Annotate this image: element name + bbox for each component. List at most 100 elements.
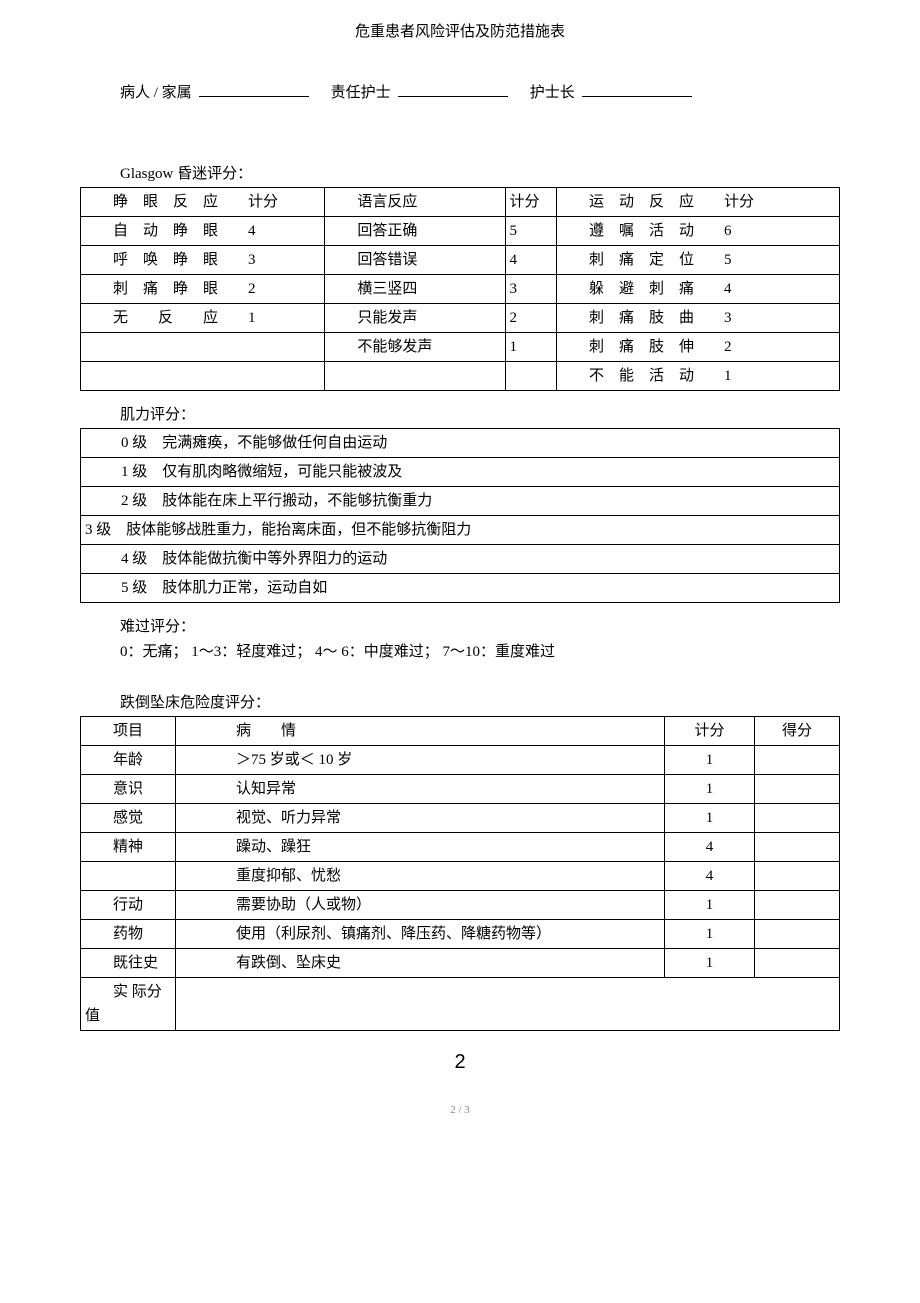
table-row: 既往史 有跌倒、坠床史 1	[81, 949, 840, 978]
glasgow-eye-header: 睁 眼 反 应 计分	[81, 188, 325, 217]
fall-cond-header: 病 情	[176, 717, 665, 746]
fall-score-header: 计分	[665, 717, 755, 746]
table-row: 自 动 睁 眼 4 回答正确 5 遵 嘱 活 动 6	[81, 217, 840, 246]
patient-label: 病人 / 家属	[120, 85, 192, 101]
cell[interactable]	[755, 746, 840, 775]
cell: 1	[665, 746, 755, 775]
cell: 回答错误	[325, 246, 505, 275]
cell: 使用（利尿剂、镇痛剂、降压药、降糖药物等）	[176, 920, 665, 949]
glasgow-title: Glasgow 昏迷评分：	[120, 162, 840, 183]
muscle-table: 0 级 完满瘫痪，不能够做任何自由运动 1 级 仅有肌肉略微缩短，可能只能被波及…	[80, 428, 840, 603]
cell: 4	[505, 246, 556, 275]
table-row: 意识 认知异常 1	[81, 775, 840, 804]
cell: 1	[665, 920, 755, 949]
cell: 认知异常	[176, 775, 665, 804]
nurse-blank[interactable]	[398, 96, 508, 97]
cell: 行动	[81, 891, 176, 920]
fall-got-header: 得分	[755, 717, 840, 746]
cell[interactable]	[755, 804, 840, 833]
cell: 4 级 肢体能做抗衡中等外界阻力的运动	[81, 545, 840, 574]
page-title: 危重患者风险评估及防范措施表	[80, 20, 840, 41]
glasgow-table: 睁 眼 反 应 计分 语言反应 计分 运 动 反 应 计分 自 动 睁 眼 4 …	[80, 187, 840, 391]
table-row: 3 级 肢体能够战胜重力，能抬离床面，但不能够抗衡阻力	[81, 516, 840, 545]
cell: 不 能 活 动 1	[556, 362, 839, 391]
table-row: 重度抑郁、忧愁 4	[81, 862, 840, 891]
cell: 呼 唤 睁 眼 3	[81, 246, 325, 275]
cell: 感觉	[81, 804, 176, 833]
cell: 1	[505, 333, 556, 362]
signature-line: 病人 / 家属 责任护士 护士长	[120, 81, 840, 102]
cell	[505, 362, 556, 391]
cell	[81, 862, 176, 891]
patient-blank[interactable]	[199, 96, 309, 97]
fall-total-value[interactable]	[176, 978, 840, 1031]
pain-title: 难过评分：	[120, 615, 840, 636]
table-row: 年龄 ＞75 岁或＜ 10 岁 1	[81, 746, 840, 775]
cell: 横三竖四	[325, 275, 505, 304]
cell: 回答正确	[325, 217, 505, 246]
nurse-label: 责任护士	[331, 85, 391, 101]
cell: 1	[665, 891, 755, 920]
fall-item-header: 项目	[81, 717, 176, 746]
page-number: 2	[80, 1051, 840, 1074]
cell: 3	[505, 275, 556, 304]
table-row: 不 能 活 动 1	[81, 362, 840, 391]
cell[interactable]	[755, 949, 840, 978]
table-row: 睁 眼 反 应 计分 语言反应 计分 运 动 反 应 计分	[81, 188, 840, 217]
table-row: 无 反 应 1 只能发声 2 刺 痛 肢 曲 3	[81, 304, 840, 333]
cell: 5 级 肢体肌力正常，运动自如	[81, 574, 840, 603]
table-row: 实 际分值	[81, 978, 840, 1031]
cell: 有跌倒、坠床史	[176, 949, 665, 978]
cell	[81, 333, 325, 362]
cell[interactable]	[755, 833, 840, 862]
cell: 视觉、听力异常	[176, 804, 665, 833]
cell	[81, 362, 325, 391]
cell: 年龄	[81, 746, 176, 775]
cell: 自 动 睁 眼 4	[81, 217, 325, 246]
table-row: 4 级 肢体能做抗衡中等外界阻力的运动	[81, 545, 840, 574]
cell: 刺 痛 睁 眼 2	[81, 275, 325, 304]
headnurse-blank[interactable]	[582, 96, 692, 97]
table-row: 5 级 肢体肌力正常，运动自如	[81, 574, 840, 603]
glasgow-verbal-header: 语言反应	[325, 188, 505, 217]
headnurse-label: 护士长	[530, 85, 575, 101]
cell: 刺 痛 肢 曲 3	[556, 304, 839, 333]
cell: 精神	[81, 833, 176, 862]
table-row: 1 级 仅有肌肉略微缩短，可能只能被波及	[81, 458, 840, 487]
cell: 躲 避 刺 痛 4	[556, 275, 839, 304]
cell: 5	[505, 217, 556, 246]
cell: 意识	[81, 775, 176, 804]
cell[interactable]	[755, 920, 840, 949]
cell: 0 级 完满瘫痪，不能够做任何自由运动	[81, 429, 840, 458]
table-row: 感觉 视觉、听力异常 1	[81, 804, 840, 833]
footer-page: 2 / 3	[80, 1104, 840, 1116]
cell[interactable]	[755, 891, 840, 920]
cell: 遵 嘱 活 动 6	[556, 217, 839, 246]
cell: 1	[665, 804, 755, 833]
glasgow-motor-header: 运 动 反 应 计分	[556, 188, 839, 217]
cell: 刺 痛 定 位 5	[556, 246, 839, 275]
cell: 需要协助（人或物）	[176, 891, 665, 920]
table-row: 0 级 完满瘫痪，不能够做任何自由运动	[81, 429, 840, 458]
cell: 4	[665, 833, 755, 862]
table-row: 2 级 肢体能在床上平行搬动，不能够抗衡重力	[81, 487, 840, 516]
cell[interactable]	[755, 775, 840, 804]
table-row: 刺 痛 睁 眼 2 横三竖四 3 躲 避 刺 痛 4	[81, 275, 840, 304]
cell: ＞75 岁或＜ 10 岁	[176, 746, 665, 775]
table-row: 药物 使用（利尿剂、镇痛剂、降压药、降糖药物等） 1	[81, 920, 840, 949]
cell: 2 级 肢体能在床上平行搬动，不能够抗衡重力	[81, 487, 840, 516]
cell: 既往史	[81, 949, 176, 978]
cell: 1	[665, 949, 755, 978]
cell: 重度抑郁、忧愁	[176, 862, 665, 891]
table-row: 不能够发声 1 刺 痛 肢 伸 2	[81, 333, 840, 362]
table-row: 精神 躁动、躁狂 4	[81, 833, 840, 862]
cell	[325, 362, 505, 391]
fall-total-label: 实 际分值	[81, 978, 176, 1031]
muscle-title: 肌力评分：	[120, 403, 840, 424]
table-row: 行动 需要协助（人或物） 1	[81, 891, 840, 920]
cell[interactable]	[755, 862, 840, 891]
cell: 药物	[81, 920, 176, 949]
pain-scale: 0：无痛； 1～3：轻度难过； 4～ 6：中度难过； 7～10：重度难过	[120, 640, 840, 661]
cell: 1 级 仅有肌肉略微缩短，可能只能被波及	[81, 458, 840, 487]
cell: 躁动、躁狂	[176, 833, 665, 862]
